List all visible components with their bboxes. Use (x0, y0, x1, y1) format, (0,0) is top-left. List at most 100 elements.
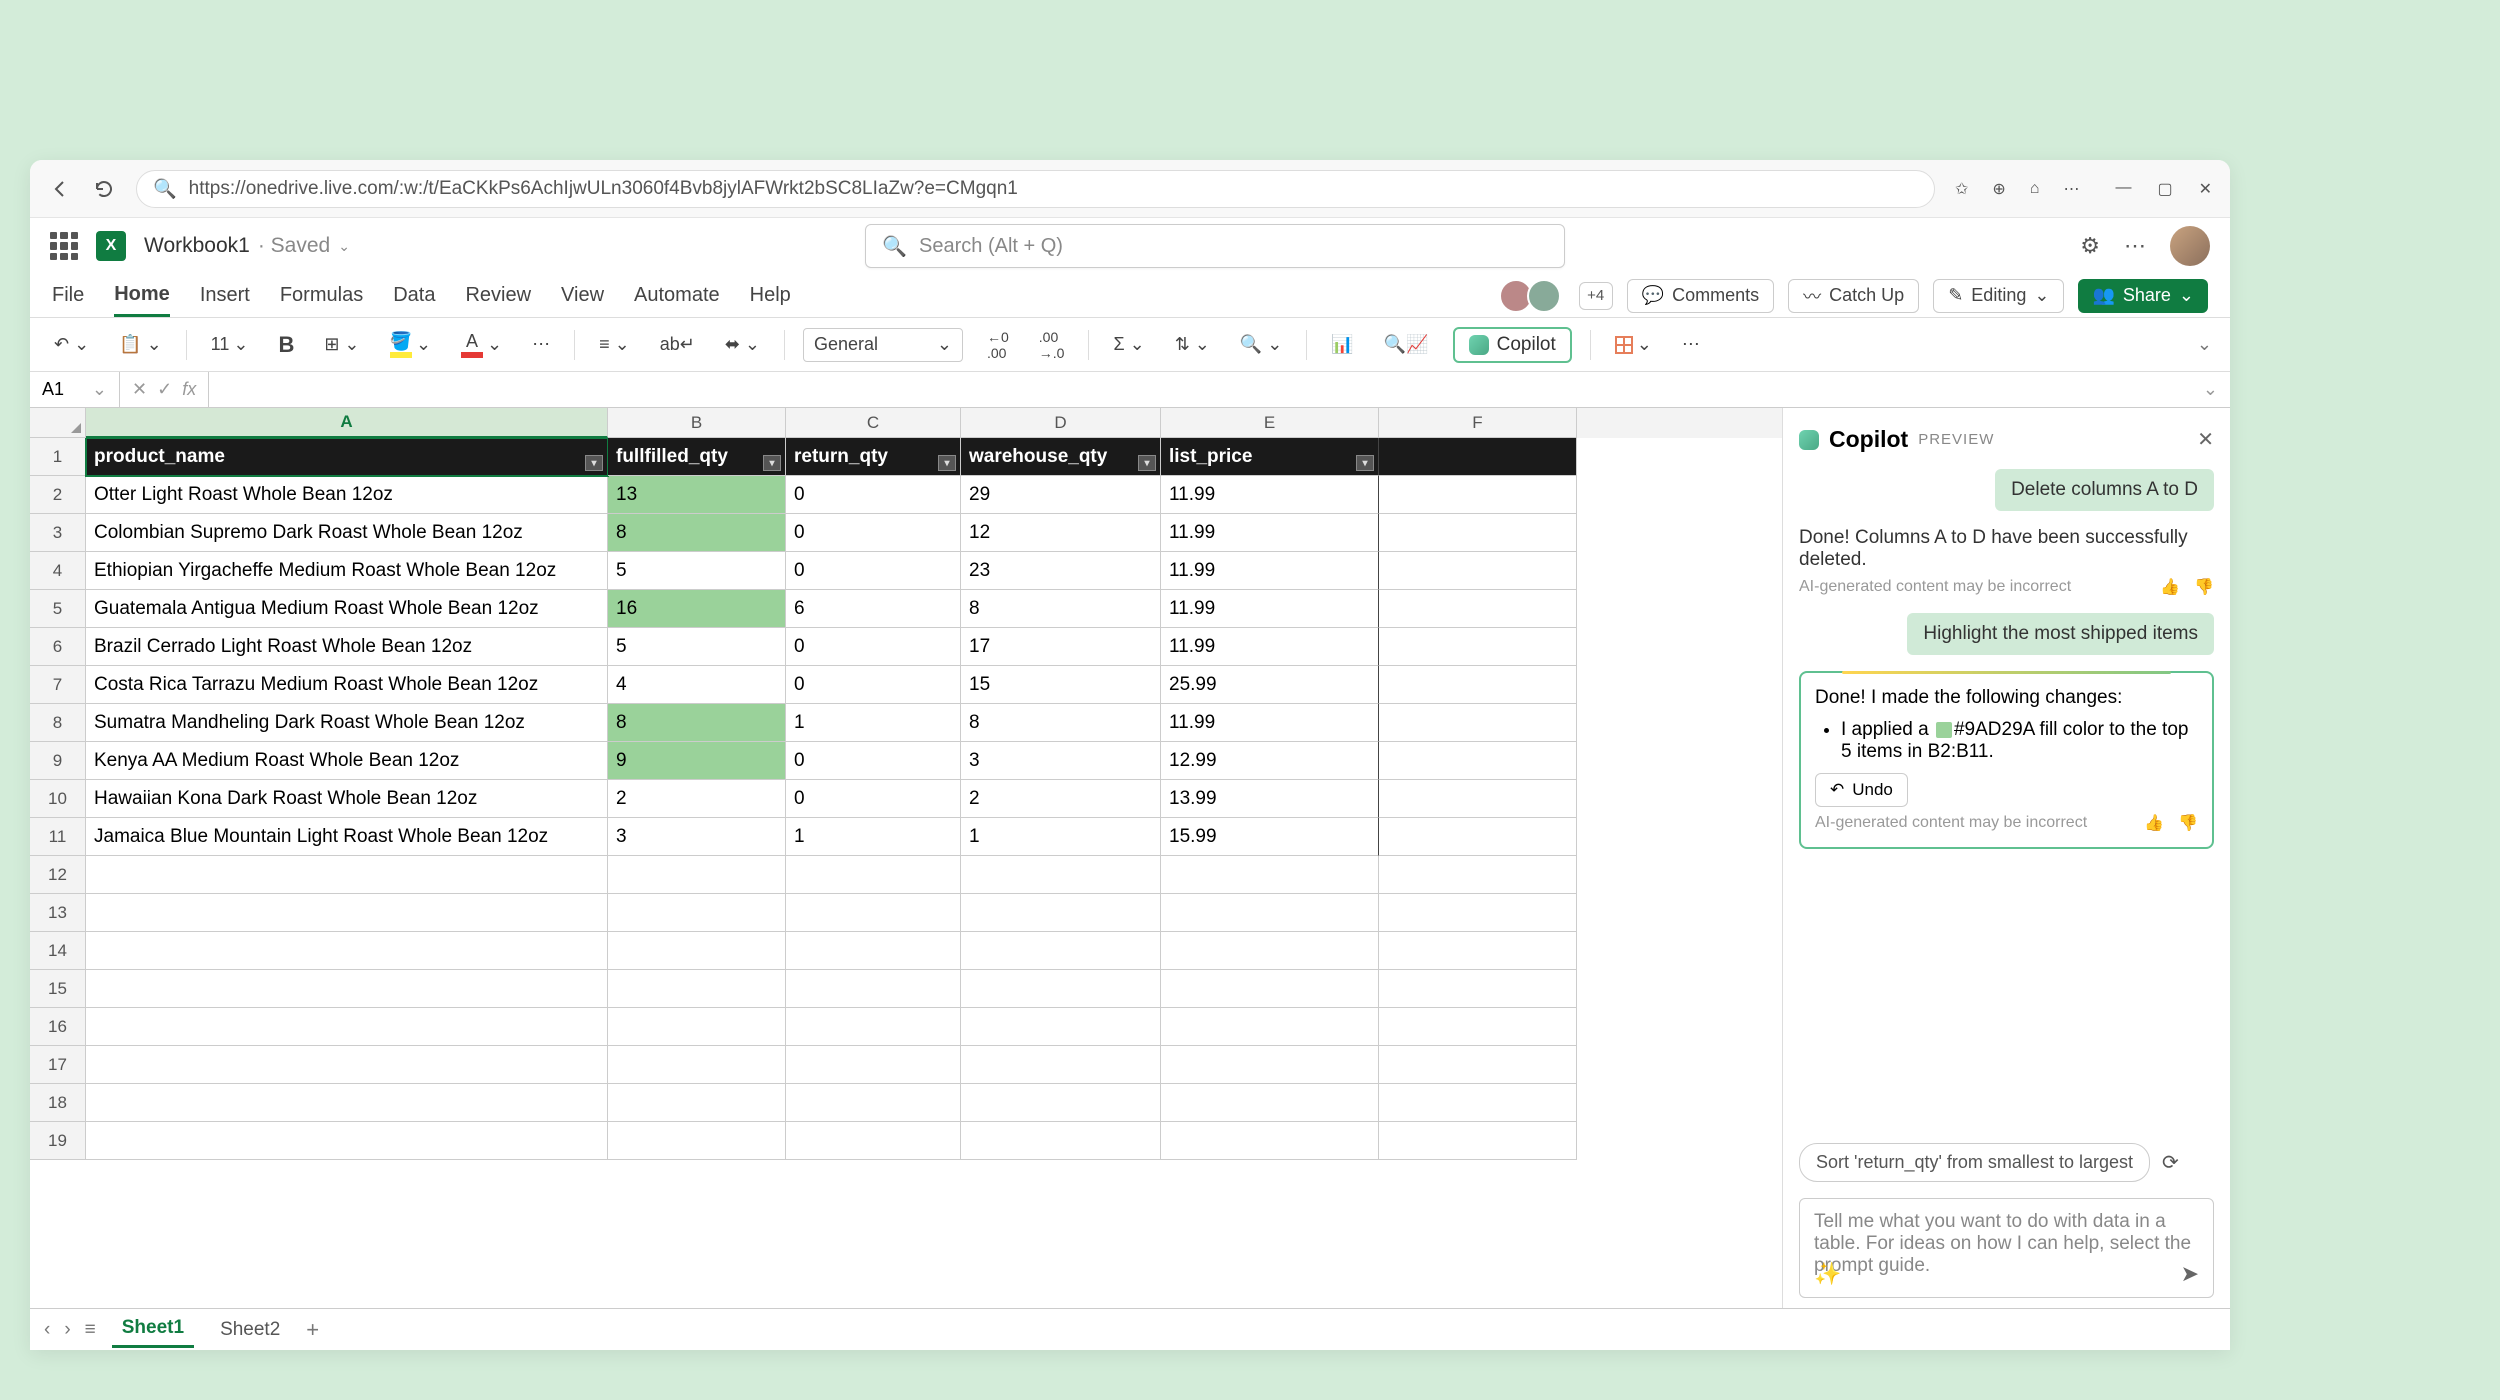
row-header[interactable]: 14 (30, 932, 86, 970)
cell[interactable] (1379, 1046, 1577, 1084)
cell[interactable] (1379, 666, 1577, 704)
table-header-cell[interactable]: fullfilled_qty▾ (608, 438, 786, 476)
filter-icon[interactable]: ▾ (938, 455, 956, 471)
maximize-icon[interactable]: ▢ (2157, 179, 2172, 199)
prev-sheet-icon[interactable]: ‹ (44, 1319, 50, 1341)
col-header-d[interactable]: D (961, 408, 1161, 438)
settings-icon[interactable]: ⚙ (2080, 233, 2100, 259)
cell[interactable]: 29 (961, 476, 1161, 514)
cell[interactable] (1161, 1008, 1379, 1046)
col-header-c[interactable]: C (786, 408, 961, 438)
row-header[interactable]: 7 (30, 666, 86, 704)
cell[interactable] (1161, 856, 1379, 894)
row-header[interactable]: 5 (30, 590, 86, 628)
cell[interactable]: 0 (786, 476, 961, 514)
cell[interactable] (86, 1122, 608, 1160)
row-header[interactable]: 9 (30, 742, 86, 780)
cell[interactable] (86, 1084, 608, 1122)
close-pane-icon[interactable]: ✕ (2197, 427, 2214, 452)
cell[interactable] (1161, 1046, 1379, 1084)
expand-ribbon-icon[interactable]: ⌄ (2197, 334, 2212, 355)
refresh-suggestions-icon[interactable]: ⟳ (2162, 1150, 2179, 1175)
filter-icon[interactable]: ▾ (1356, 455, 1374, 471)
cell[interactable] (1379, 970, 1577, 1008)
cancel-formula-icon[interactable]: ✕ (132, 379, 147, 400)
cell[interactable]: 0 (786, 552, 961, 590)
col-header-b[interactable]: B (608, 408, 786, 438)
decrease-decimal-button[interactable]: .00→.0 (1033, 325, 1071, 365)
presence-avatars[interactable] (1505, 279, 1561, 313)
cell[interactable] (786, 856, 961, 894)
prompt-guide-icon[interactable]: ✨ (1814, 1261, 1841, 1287)
extensions-icon[interactable]: ⌂ (2030, 180, 2040, 198)
cell[interactable] (608, 894, 786, 932)
suggestion-chip[interactable]: Sort 'return_qty' from smallest to large… (1799, 1143, 2150, 1182)
cell[interactable]: 3 (608, 818, 786, 856)
thumbs-down-icon[interactable]: 👎 (2194, 577, 2214, 597)
cell[interactable] (1379, 742, 1577, 780)
cell[interactable] (1379, 894, 1577, 932)
cell[interactable]: Jamaica Blue Mountain Light Roast Whole … (86, 818, 608, 856)
cell[interactable]: 11.99 (1161, 704, 1379, 742)
sort-filter-button[interactable]: ⇅ ⌄ (1169, 330, 1216, 359)
cell[interactable] (786, 932, 961, 970)
refresh-icon[interactable] (92, 177, 116, 201)
row-header[interactable]: 3 (30, 514, 86, 552)
more-options-icon[interactable]: ⋯ (2124, 233, 2146, 259)
autosum-button[interactable]: Σ ⌄ (1107, 330, 1150, 359)
cell[interactable] (961, 1084, 1161, 1122)
cell[interactable]: Costa Rica Tarrazu Medium Roast Whole Be… (86, 666, 608, 704)
spreadsheet-grid[interactable]: A B C D E F 1product_name▾fullfilled_qty… (30, 408, 1782, 1308)
copilot-input[interactable]: Tell me what you want to do with data in… (1799, 1198, 2214, 1298)
cell[interactable]: Kenya AA Medium Roast Whole Bean 12oz (86, 742, 608, 780)
thumbs-down-icon[interactable]: 👎 (2178, 813, 2198, 833)
table-header-cell[interactable]: product_name▾ (86, 438, 608, 476)
thumbs-up-icon[interactable]: 👍 (2144, 813, 2164, 833)
all-sheets-icon[interactable]: ≡ (85, 1319, 96, 1341)
table-header-cell[interactable]: warehouse_qty▾ (961, 438, 1161, 476)
cell[interactable] (608, 1084, 786, 1122)
font-size-selector[interactable]: 11 ⌄ (205, 330, 255, 359)
cell[interactable] (1379, 438, 1577, 476)
cell[interactable] (1161, 894, 1379, 932)
row-header[interactable]: 11 (30, 818, 86, 856)
bold-button[interactable]: B (272, 328, 300, 362)
tab-home[interactable]: Home (114, 275, 170, 317)
cell[interactable]: 0 (786, 628, 961, 666)
cell[interactable]: 2 (608, 780, 786, 818)
copilot-button[interactable]: Copilot (1453, 327, 1572, 363)
cell[interactable] (1161, 932, 1379, 970)
cell[interactable] (86, 894, 608, 932)
cell[interactable]: 8 (608, 514, 786, 552)
sheet-tab[interactable]: Sheet1 (112, 1311, 194, 1348)
cell[interactable]: 0 (786, 514, 961, 552)
undo-button[interactable]: ↶ ⌄ (48, 330, 95, 359)
row-header[interactable]: 2 (30, 476, 86, 514)
cell[interactable] (1379, 1122, 1577, 1160)
cell[interactable]: 11.99 (1161, 628, 1379, 666)
cell[interactable]: 12.99 (1161, 742, 1379, 780)
cell[interactable] (608, 932, 786, 970)
cell[interactable] (1161, 1122, 1379, 1160)
cell[interactable] (86, 1008, 608, 1046)
cell[interactable] (1379, 856, 1577, 894)
minimize-icon[interactable]: — (2115, 179, 2131, 199)
editing-mode-button[interactable]: ✎ Editing ⌄ (1933, 279, 2064, 313)
cell[interactable]: 1 (786, 704, 961, 742)
cell[interactable]: 3 (961, 742, 1161, 780)
share-button[interactable]: 👥 Share ⌄ (2078, 279, 2208, 313)
tab-file[interactable]: File (52, 276, 84, 315)
number-format-selector[interactable]: General⌄ (803, 328, 963, 362)
filter-icon[interactable]: ▾ (763, 455, 781, 471)
collections-icon[interactable]: ⊕ (1992, 179, 2005, 199)
cell[interactable] (1379, 1008, 1577, 1046)
cell[interactable]: 8 (961, 704, 1161, 742)
search-input[interactable]: 🔍 Search (Alt + Q) (865, 224, 1565, 268)
analyze-data-icon[interactable]: 📊 (1325, 330, 1359, 359)
cell[interactable]: 4 (608, 666, 786, 704)
close-icon[interactable]: ✕ (2199, 179, 2212, 199)
cell[interactable] (1379, 818, 1577, 856)
format-table-button[interactable]: ⌄ (1609, 330, 1658, 359)
cell[interactable] (86, 856, 608, 894)
fx-icon[interactable]: fx (182, 379, 196, 400)
